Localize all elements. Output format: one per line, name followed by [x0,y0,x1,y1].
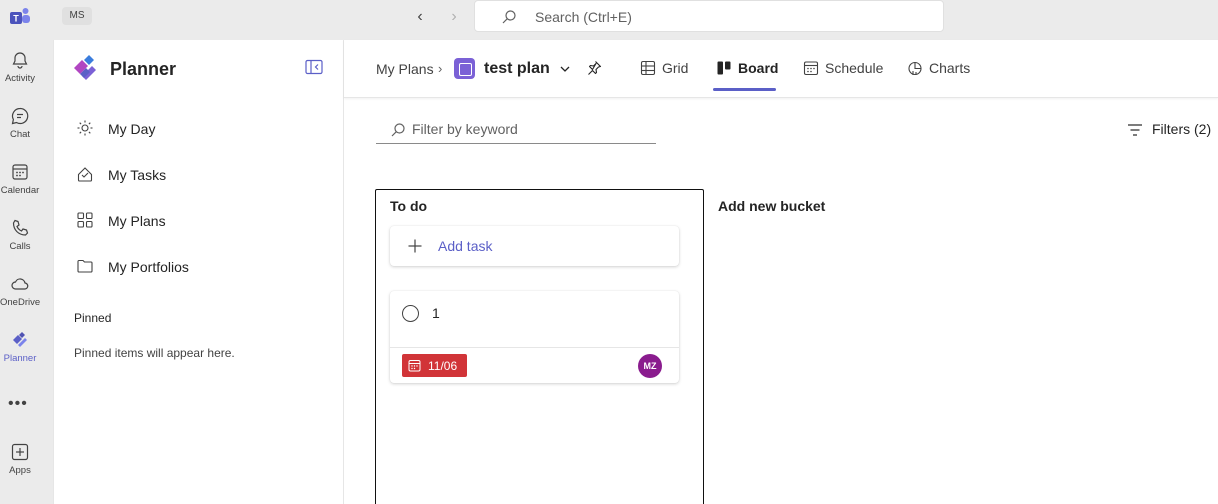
svg-text:T: T [13,14,19,24]
sidebar-item-label: My Plans [108,213,166,229]
board-view-icon [717,61,731,75]
planner-icon [13,332,27,347]
calendar-icon [408,360,421,372]
main-content: My Plans › test plan Grid Board Schedule… [344,40,1218,504]
sidebar-item-my-day[interactable]: My Day [76,115,316,143]
sidebar-item-label: My Day [108,121,156,137]
sidebar-item-label: My Portfolios [108,259,189,275]
title-bar: T MS ‹ › Search (Ctrl+E) [0,0,1218,40]
collapse-pane-icon[interactable] [305,59,323,75]
pinned-header: Pinned [74,311,112,325]
tab-board[interactable]: Board [716,59,778,79]
account-badge[interactable]: MS [62,7,92,25]
planner-logo-icon [74,55,96,80]
bucket-title[interactable]: To do [390,198,427,214]
rail-item-onedrive[interactable]: OneDrive [0,268,40,320]
grid-icon [77,212,93,228]
teams-logo-icon[interactable]: T [8,6,32,28]
sidebar-item-my-portfolios[interactable]: My Portfolios [76,253,316,281]
rail-item-apps[interactable]: Apps [0,436,40,488]
search-icon [502,10,516,24]
add-task-label: Add task [438,238,493,254]
task-title: 1 [432,305,440,321]
phone-icon [12,219,29,236]
rail-item-activity[interactable]: Activity [0,44,40,96]
breadcrumb-my-plans[interactable]: My Plans [376,61,434,77]
add-apps-icon [11,443,29,461]
sun-icon [77,120,93,136]
charts-view-icon [908,61,922,76]
rail-label: OneDrive [0,297,41,308]
due-date-text: 11/06 [428,359,458,373]
tab-label: Grid [662,60,689,76]
folder-icon [77,259,93,273]
rail-label: Activity [4,73,36,84]
calendar-icon [12,164,28,180]
rail-label: Calendar [0,185,40,196]
rail-item-calls[interactable]: Calls [0,212,40,264]
sidebar-item-label: My Tasks [108,167,167,183]
schedule-view-icon [803,61,819,76]
plan-title[interactable]: test plan [484,60,550,78]
due-date-badge[interactable]: 11/06 [402,354,467,377]
task-divider [390,347,679,348]
plan-icon [454,58,475,79]
forward-button[interactable]: › [444,8,464,26]
back-button[interactable]: ‹ [410,8,430,26]
search-placeholder: Search (Ctrl+E) [535,9,632,25]
sidebar-item-my-plans[interactable]: My Plans [76,207,316,235]
plan-header: My Plans › test plan Grid Board Schedule… [344,40,1218,98]
rail-label: Chat [9,129,31,140]
rail-label: Apps [9,465,31,476]
task-complete-checkbox[interactable] [402,305,419,322]
more-apps-button[interactable]: ••• [8,395,30,413]
rail-label: Planner [3,353,37,364]
tab-label: Board [738,60,779,76]
plus-icon [408,239,422,253]
rail-item-planner[interactable]: Planner [0,324,40,376]
pinned-empty-message: Pinned items will appear here. [74,346,235,360]
tab-schedule[interactable]: Schedule [803,59,883,79]
filter-icon [1128,124,1142,136]
tab-label: Charts [929,60,971,76]
tasks-icon [77,167,93,182]
planner-sidebar: Planner My Day My Tasks My Plans My Port… [53,40,344,504]
cloud-icon [11,278,29,290]
rail-item-calendar[interactable]: Calendar [0,156,40,208]
add-new-bucket-button[interactable]: Add new bucket [718,198,825,214]
search-icon [391,123,405,137]
assignee-avatar[interactable]: MZ [638,354,662,378]
filter-placeholder: Filter by keyword [412,121,518,137]
rail-label: Calls [9,241,31,252]
chevron-down-icon[interactable] [558,62,572,76]
add-task-button[interactable]: Add task [390,226,679,266]
grid-view-icon [640,60,656,76]
tab-grid[interactable]: Grid [640,59,690,79]
chat-icon [11,107,29,125]
bucket-to-do: To do Add task 1 11/06 MZ [375,189,704,504]
rail-item-chat[interactable]: Chat [0,100,40,152]
tab-label: Schedule [825,60,884,76]
sidebar-item-my-tasks[interactable]: My Tasks [76,161,316,189]
filter-keyword-input[interactable]: Filter by keyword [376,118,656,144]
task-card[interactable]: 1 11/06 MZ [390,291,679,383]
pin-icon[interactable] [586,60,602,76]
bell-icon [12,52,28,69]
active-tab-indicator [713,88,776,91]
app-rail: Activity Chat Calendar Calls OneDrive Pl… [0,40,53,504]
app-name: Planner [110,59,177,79]
filters-label: Filters (2) [1152,121,1212,137]
search-input[interactable]: Search (Ctrl+E) [474,0,944,32]
tab-charts[interactable]: Charts [907,59,973,79]
breadcrumb-separator: › [438,61,443,76]
